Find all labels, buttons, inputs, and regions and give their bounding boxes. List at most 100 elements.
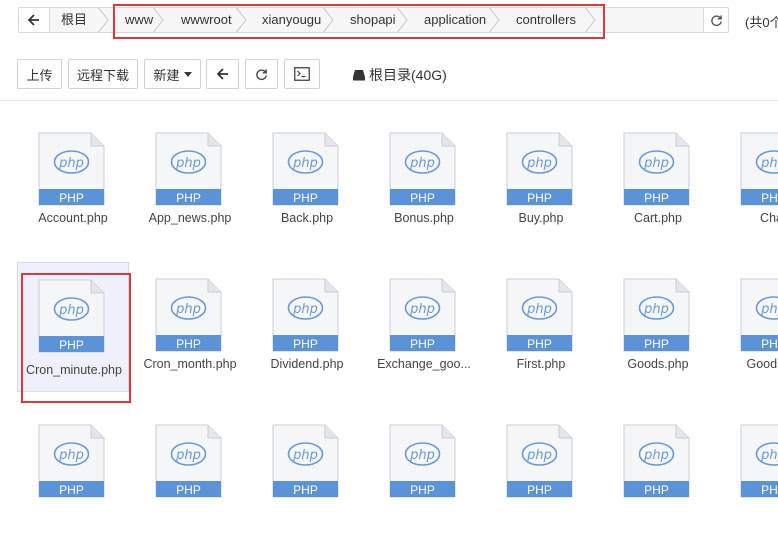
toolbar: 上传 远程下载 新建 根目录(40G) — [0, 50, 778, 100]
svg-text:PHP: PHP — [176, 191, 201, 205]
disk-label: 根目录(40G) — [369, 65, 447, 85]
toolbar-divider — [0, 100, 778, 101]
php-file-icon: php PHP — [272, 132, 339, 206]
disk-info[interactable]: 根目录(40G) — [352, 65, 447, 85]
svg-text:php: php — [175, 156, 201, 171]
file-item[interactable]: php PHP Dividend.php — [251, 271, 363, 401]
chevron-separator-icon — [150, 7, 166, 33]
crumb-item[interactable]: wwwroot — [169, 8, 251, 32]
file-item[interactable]: php PHP Goods.php — [602, 271, 714, 401]
file-name: Dividend.php — [251, 357, 363, 371]
new-dropdown-button[interactable]: 新建 — [144, 59, 201, 89]
file-item[interactable]: php PHP — [602, 417, 714, 547]
chevron-separator-icon — [95, 7, 111, 33]
svg-text:PHP: PHP — [293, 337, 318, 351]
crumb-item-current[interactable]: controllers — [504, 8, 600, 32]
file-item[interactable]: php PHP Cart.php — [602, 125, 714, 255]
svg-text:php: php — [643, 156, 669, 171]
svg-text:PHP: PHP — [761, 191, 778, 205]
php-file-icon: php PHP — [389, 424, 456, 498]
chevron-separator-icon — [394, 7, 410, 33]
svg-text:php: php — [409, 448, 435, 463]
file-item-selected[interactable]: php PHP Cron_minute.php — [17, 262, 129, 392]
svg-text:PHP: PHP — [644, 191, 669, 205]
refresh-button[interactable] — [245, 59, 278, 89]
file-item[interactable]: php PHP — [251, 417, 363, 547]
file-name: Cron_month.php — [134, 357, 246, 371]
path-back-button[interactable] — [19, 8, 50, 32]
new-button-label: 新建 — [153, 65, 179, 84]
back-button[interactable] — [206, 59, 239, 89]
file-item[interactable]: php PHP Exchange_goo... — [368, 271, 480, 401]
php-file-icon: php PHP — [740, 132, 778, 206]
file-item[interactable]: php PHP Back.php — [251, 125, 363, 255]
chevron-separator-icon — [233, 7, 249, 33]
svg-text:php: php — [760, 448, 778, 463]
crumb-item[interactable]: shopapi — [338, 8, 412, 32]
file-item[interactable]: php PHP Goods_ca — [719, 271, 778, 401]
terminal-icon — [294, 67, 310, 81]
path-refresh-button[interactable] — [703, 7, 729, 33]
crumb-root-label: 根目录 — [61, 12, 87, 33]
upload-button-label: 上传 — [26, 65, 52, 84]
php-file-icon: php PHP — [38, 424, 105, 498]
terminal-button[interactable] — [284, 59, 320, 89]
php-file-icon: php PHP — [506, 278, 573, 352]
file-item[interactable]: php PHP Bonus.php — [368, 125, 480, 255]
file-item[interactable]: php PHP Chat. — [719, 125, 778, 255]
remote-download-button[interactable]: 远程下载 — [68, 59, 138, 89]
svg-text:php: php — [58, 156, 84, 171]
crumb-label: application — [424, 12, 486, 27]
svg-text:PHP: PHP — [59, 338, 84, 352]
chevron-separator-icon — [486, 7, 502, 33]
file-item[interactable]: php PHP First.php — [485, 271, 597, 401]
crumb-item[interactable]: xianyougu — [250, 8, 338, 32]
chevron-separator-icon — [582, 7, 598, 33]
svg-text:PHP: PHP — [644, 337, 669, 351]
php-file-icon: php PHP — [38, 132, 105, 206]
chevron-separator-icon — [320, 7, 336, 33]
svg-text:PHP: PHP — [59, 191, 84, 205]
file-name: Chat. — [719, 211, 778, 225]
file-item[interactable]: php PHP Buy.php — [485, 125, 597, 255]
svg-text:PHP: PHP — [293, 191, 318, 205]
file-name: Buy.php — [485, 211, 597, 225]
file-name: App_news.php — [134, 211, 246, 225]
arrow-left-icon — [217, 68, 229, 80]
file-item[interactable]: php PHP — [368, 417, 480, 547]
svg-text:PHP: PHP — [410, 337, 435, 351]
arrow-left-icon — [28, 14, 40, 26]
file-item[interactable]: php PHP — [134, 417, 246, 547]
php-file-icon: php PHP — [155, 132, 222, 206]
php-file-icon: php PHP — [38, 279, 105, 353]
refresh-icon — [255, 68, 268, 81]
crumb-item[interactable]: www — [113, 8, 168, 32]
php-file-icon: php PHP — [272, 424, 339, 498]
php-file-icon: php PHP — [506, 132, 573, 206]
php-file-icon: php PHP — [155, 424, 222, 498]
crumb-root[interactable]: 根目录 — [49, 8, 113, 32]
file-name: Cart.php — [602, 211, 714, 225]
php-file-icon: php PHP — [389, 132, 456, 206]
file-name: Account.php — [17, 211, 129, 225]
crumb-item[interactable]: application — [412, 8, 504, 32]
file-name: Goods_ca — [719, 357, 778, 371]
svg-text:php: php — [760, 156, 778, 171]
address-bar[interactable]: 根目录 www wwwroot xianyougu shopapi applic… — [18, 7, 729, 33]
file-item[interactable]: php PHP Cron_month.php — [134, 271, 246, 401]
svg-text:PHP: PHP — [410, 191, 435, 205]
crumb-label: wwwroot — [181, 12, 232, 27]
svg-text:PHP: PHP — [176, 337, 201, 351]
file-item[interactable]: php PHP — [719, 417, 778, 547]
file-item[interactable]: php PHP — [485, 417, 597, 547]
svg-text:php: php — [526, 448, 552, 463]
svg-text:PHP: PHP — [644, 483, 669, 497]
php-file-icon: php PHP — [623, 132, 690, 206]
file-item[interactable]: php PHP App_news.php — [134, 125, 246, 255]
file-item[interactable]: php PHP Account.php — [17, 125, 129, 255]
php-file-icon: php PHP — [389, 278, 456, 352]
svg-text:php: php — [409, 302, 435, 317]
upload-button[interactable]: 上传 — [17, 59, 62, 89]
file-item[interactable]: php PHP — [17, 417, 129, 547]
svg-text:php: php — [175, 448, 201, 463]
